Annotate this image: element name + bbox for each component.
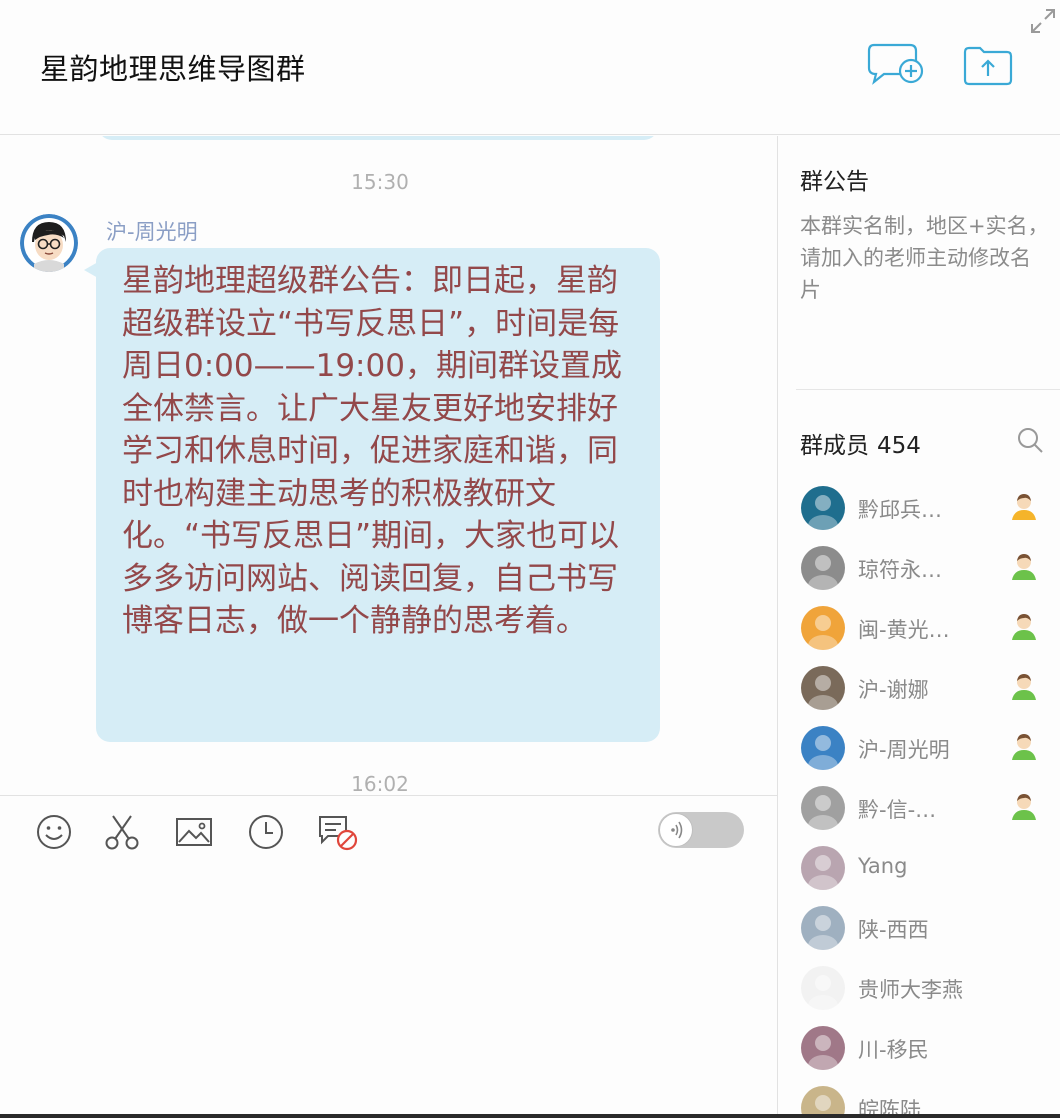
member-search-button[interactable] xyxy=(1016,426,1044,454)
message-timestamp: 15:30 xyxy=(351,170,409,194)
image-button[interactable] xyxy=(174,812,214,852)
message-input-area[interactable] xyxy=(0,795,777,1118)
expand-button[interactable] xyxy=(1028,6,1058,36)
block-message-button[interactable] xyxy=(316,812,358,852)
members-count: 454 xyxy=(877,433,921,459)
member-name: 沪-谢娜 xyxy=(858,678,929,702)
member-name: 黔邱兵… xyxy=(858,498,942,522)
member-avatar xyxy=(801,786,845,830)
chat-add-icon xyxy=(867,43,924,85)
owner-badge-icon xyxy=(1008,490,1040,522)
member-item[interactable]: 沪-谢娜 xyxy=(778,656,1060,716)
member-list[interactable]: 黔邱兵… 琼符永… 闽-黄光… 沪-谢娜沪-周光明黔-信-… Yang 陕-西西贵师大李燕… xyxy=(778,476,1060,1118)
member-name: 沪-周光明 xyxy=(858,738,950,762)
group-title: 星韵地理思维导图群 xyxy=(40,52,306,86)
chat-window: 星韵地理思维导图群 15:30 沪-周光明 星韵地理超级群公告：即日起，星韵超级… xyxy=(0,0,1060,1118)
history-button[interactable] xyxy=(246,812,286,852)
member-item[interactable]: 陕-西西 xyxy=(778,896,1060,956)
previous-message-bubble xyxy=(98,136,658,140)
member-name: 川-移民 xyxy=(858,1038,929,1062)
member-name: 陕-西西 xyxy=(858,918,929,942)
member-avatar xyxy=(801,606,845,650)
announcement-title: 群公告 xyxy=(800,169,869,195)
emoji-button[interactable] xyxy=(34,812,74,852)
message-block-icon xyxy=(319,816,358,851)
sender-avatar[interactable] xyxy=(20,214,78,272)
admin-badge-icon xyxy=(1008,790,1040,822)
group-info-panel: 群公告 本群实名制，地区+实名，请加入的老师主动修改名片 群成员 454 黔邱兵…… xyxy=(777,136,1060,1118)
message-text: 星韵地理超级群公告：即日起，星韵超级群设立“书写反思日”，时间是每周日0:00—… xyxy=(122,263,622,639)
admin-badge-icon xyxy=(1008,550,1040,582)
member-name: 贵师大李燕 xyxy=(858,978,963,1002)
admin-badge-icon xyxy=(1008,730,1040,762)
member-avatar xyxy=(801,486,845,530)
member-item[interactable]: Yang xyxy=(778,836,1060,896)
member-name: Yang xyxy=(858,854,908,878)
member-name: 琼符永… xyxy=(858,558,942,582)
member-avatar xyxy=(801,846,845,890)
member-avatar xyxy=(801,666,845,710)
member-item[interactable]: 黔-信-… xyxy=(778,776,1060,836)
clock-icon xyxy=(249,815,283,849)
divider xyxy=(796,389,1060,390)
member-item[interactable]: 黔邱兵… xyxy=(778,476,1060,536)
member-name: 闽-黄光… xyxy=(858,618,950,642)
members-header: 群成员 454 xyxy=(800,426,921,460)
member-avatar xyxy=(801,1026,845,1070)
admin-badge-icon xyxy=(1008,670,1040,702)
member-item[interactable]: 皖陈陆 xyxy=(778,1076,1060,1118)
message-bubble[interactable]: 星韵地理超级群公告：即日起，星韵超级群设立“书写反思日”，时间是每周日0:00—… xyxy=(84,248,660,742)
screenshot-button[interactable] xyxy=(102,812,142,852)
folder-upload-button[interactable] xyxy=(960,42,1016,90)
message-timestamp: 16:02 xyxy=(351,772,409,794)
member-avatar xyxy=(801,906,845,950)
members-title: 群成员 xyxy=(800,433,869,459)
admin-badge-icon xyxy=(1008,610,1040,642)
expand-icon xyxy=(1031,9,1055,33)
sound-wave-icon xyxy=(671,821,683,839)
member-item[interactable]: 沪-周光明 xyxy=(778,716,1060,776)
member-avatar xyxy=(801,726,845,770)
scissors-icon xyxy=(105,815,139,850)
image-icon xyxy=(176,818,212,846)
member-name: 黔-信-… xyxy=(858,798,937,822)
folder-upload-icon xyxy=(963,46,1013,86)
announcement-text[interactable]: 本群实名制，地区+实名，请加入的老师主动修改名片 xyxy=(800,210,1050,306)
member-avatar xyxy=(801,966,845,1010)
voice-toggle[interactable] xyxy=(658,812,744,848)
member-item[interactable]: 贵师大李燕 xyxy=(778,956,1060,1016)
search-icon xyxy=(1018,428,1043,453)
member-item[interactable]: 川-移民 xyxy=(778,1016,1060,1076)
member-avatar xyxy=(801,546,845,590)
member-item[interactable]: 琼符永… xyxy=(778,536,1060,596)
chat-add-button[interactable] xyxy=(866,42,926,90)
member-item[interactable]: 闽-黄光… xyxy=(778,596,1060,656)
sender-name[interactable]: 沪-周光明 xyxy=(106,216,198,246)
smile-icon xyxy=(37,815,71,849)
message-list[interactable]: 15:30 沪-周光明 星韵地理超级群公告：即日起，星韵超级群设立“书写反思日”… xyxy=(0,136,777,794)
taskbar-edge xyxy=(0,1114,1060,1118)
toggle-knob xyxy=(659,813,693,847)
window-header: 星韵地理思维导图群 xyxy=(0,0,1060,135)
